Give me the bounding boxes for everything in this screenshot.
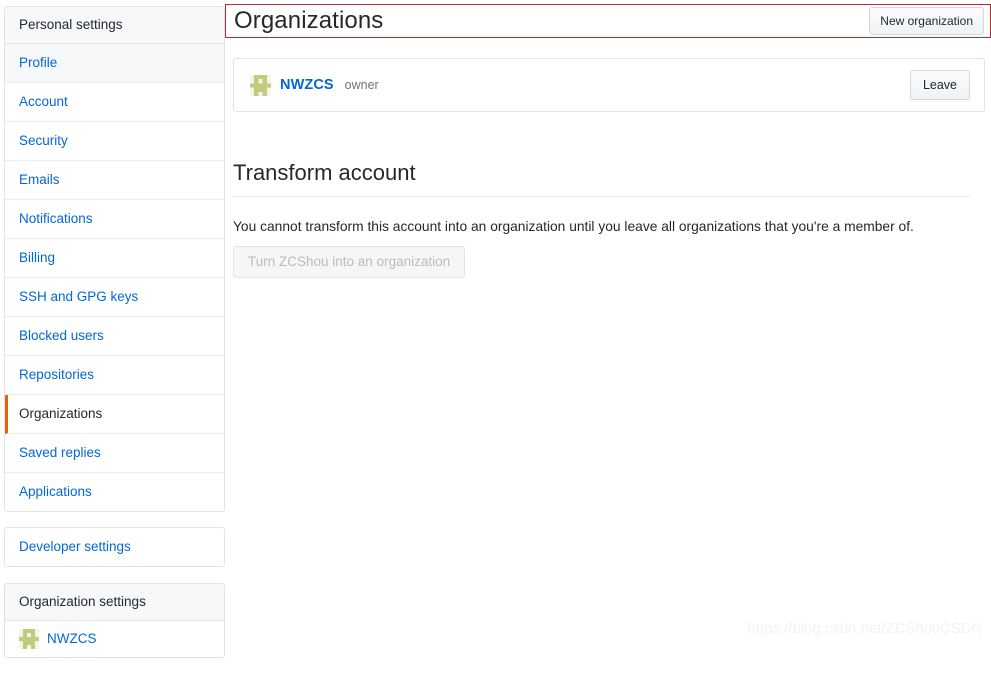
page-header-annotated: Organizations New organization <box>225 4 991 38</box>
main-content: Organizations New organization NWZCS own… <box>225 0 991 278</box>
sidebar-item-emails[interactable]: Emails <box>5 161 224 200</box>
transform-account-description: You cannot transform this account into a… <box>233 219 914 234</box>
identicon-avatar-icon <box>250 74 271 96</box>
organization-name-link[interactable]: NWZCS <box>280 77 334 93</box>
organization-identity: NWZCS owner <box>250 74 379 96</box>
organization-card: NWZCS owner Leave <box>233 58 985 112</box>
turn-into-organization-button: Turn ZCShou into an organization <box>233 246 466 278</box>
new-organization-button[interactable]: New organization <box>869 7 984 35</box>
sidebar-item-organizations[interactable]: Organizations <box>5 395 224 434</box>
section-divider <box>233 196 970 197</box>
watermark: https://blog.csdn.net/ZCShouCSDN <box>747 621 982 637</box>
sidebar-item-notifications[interactable]: Notifications <box>5 200 224 239</box>
sidebar-item-blocked-users[interactable]: Blocked users <box>5 317 224 356</box>
personal-settings-header: Personal settings <box>5 7 224 44</box>
organization-settings-header: Organization settings <box>5 584 224 621</box>
settings-page: Personal settings Profile Account Securi… <box>0 0 991 658</box>
transform-button-row: Turn ZCShou into an organization <box>233 246 985 278</box>
organization-role-label: owner <box>344 78 379 92</box>
sidebar-item-applications[interactable]: Applications <box>5 473 224 511</box>
sidebar-item-account[interactable]: Account <box>5 83 224 122</box>
sidebar-item-ssh-and-gpg-keys[interactable]: SSH and GPG keys <box>5 278 224 317</box>
sidebar-item-profile[interactable]: Profile <box>5 44 224 83</box>
page-title: Organizations <box>234 7 384 34</box>
sidebar-item-security[interactable]: Security <box>5 122 224 161</box>
sidebar-item-repositories[interactable]: Repositories <box>5 356 224 395</box>
sidebar-item-developer-settings[interactable]: Developer settings <box>5 528 224 566</box>
sidebar-org-label: NWZCS <box>47 631 97 646</box>
sidebar-item-org-nwzcs[interactable]: NWZCS <box>5 621 224 657</box>
sidebar-item-saved-replies[interactable]: Saved replies <box>5 434 224 473</box>
content-inner: NWZCS owner Leave Transform account You … <box>225 58 991 278</box>
developer-settings-block: Developer settings <box>4 527 225 567</box>
personal-settings-block: Personal settings Profile Account Securi… <box>4 6 225 512</box>
settings-sidebar: Personal settings Profile Account Securi… <box>0 0 225 673</box>
transform-account-heading: Transform account <box>233 160 416 185</box>
sidebar-item-billing[interactable]: Billing <box>5 239 224 278</box>
identicon-avatar-icon <box>19 629 39 649</box>
leave-organization-button[interactable]: Leave <box>909 70 970 100</box>
organization-settings-block: Organization settings NWZCS <box>4 583 225 658</box>
